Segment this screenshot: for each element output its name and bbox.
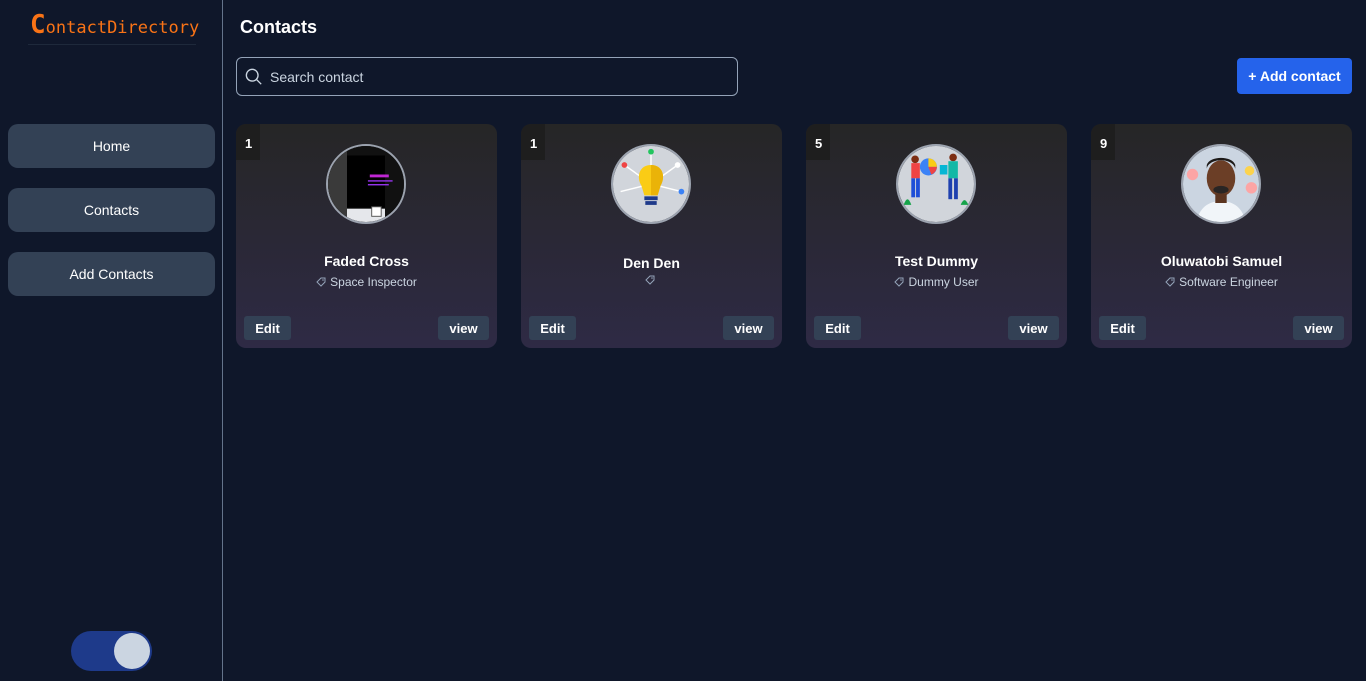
sidebar-item-contacts[interactable]: Contacts [8, 188, 215, 232]
tag-icon [894, 277, 904, 287]
contact-card: 9 Oluwatobi Samuel Software Engineer Edi… [1091, 124, 1352, 348]
search-input[interactable] [263, 68, 737, 85]
contact-number: 9 [1091, 124, 1115, 160]
contact-name: Oluwatobi Samuel [1160, 253, 1283, 269]
edit-button[interactable]: Edit [814, 316, 861, 340]
app-logo[interactable]: ContactDirectory [30, 10, 199, 40]
person-photo-avatar-icon [1181, 144, 1261, 224]
sidebar: ContactDirectory Home Contacts Add Conta… [0, 0, 223, 681]
sidebar-item-home[interactable]: Home [8, 124, 215, 168]
search-icon [245, 68, 262, 85]
contact-card: 1 Den Den Edit view [521, 124, 782, 348]
theme-toggle[interactable] [71, 631, 152, 671]
contact-name: Test Dummy [895, 253, 978, 269]
page-title: Contacts [240, 17, 318, 37]
contact-card: 1 Faded Cross Space Inspector Edit view [236, 124, 497, 348]
contact-role [521, 275, 782, 285]
view-button[interactable]: view [1293, 316, 1344, 340]
view-button[interactable]: view [723, 316, 774, 340]
contact-role-text: Dummy User [908, 275, 979, 289]
tag-icon [1165, 277, 1175, 287]
contact-number: 1 [236, 124, 260, 160]
edit-button[interactable]: Edit [1099, 316, 1146, 340]
edit-button[interactable]: Edit [244, 316, 291, 340]
contact-role: Space Inspector [236, 275, 497, 289]
logo-text: ontactDirectory [45, 18, 200, 38]
contact-role-text: Space Inspector [330, 275, 417, 289]
contact-role: Dummy User [806, 275, 1067, 289]
contact-card: 5 Test Dummy Dummy User Edit view [806, 124, 1067, 348]
tag-icon [316, 277, 326, 287]
logo-initial: C [30, 10, 46, 40]
dark-screenshot-avatar-icon [326, 144, 406, 224]
contact-role: Software Engineer [1091, 275, 1352, 289]
search-box[interactable] [236, 57, 738, 96]
contact-name: Den Den [623, 255, 680, 271]
logo-divider [28, 44, 196, 45]
tag-icon [644, 275, 654, 285]
contact-role-text: Software Engineer [1179, 275, 1278, 289]
contact-number: 1 [521, 124, 545, 160]
contact-name: Faded Cross [324, 253, 409, 269]
sidebar-item-add-contacts[interactable]: Add Contacts [8, 252, 215, 296]
view-button[interactable]: view [1008, 316, 1059, 340]
edit-button[interactable]: Edit [529, 316, 576, 340]
contact-number: 5 [806, 124, 830, 160]
lightbulb-avatar-icon [611, 144, 691, 224]
view-button[interactable]: view [438, 316, 489, 340]
toggle-knob [114, 633, 150, 669]
add-contact-button[interactable]: + Add contact [1237, 58, 1352, 94]
people-illustration-avatar-icon [896, 144, 976, 224]
